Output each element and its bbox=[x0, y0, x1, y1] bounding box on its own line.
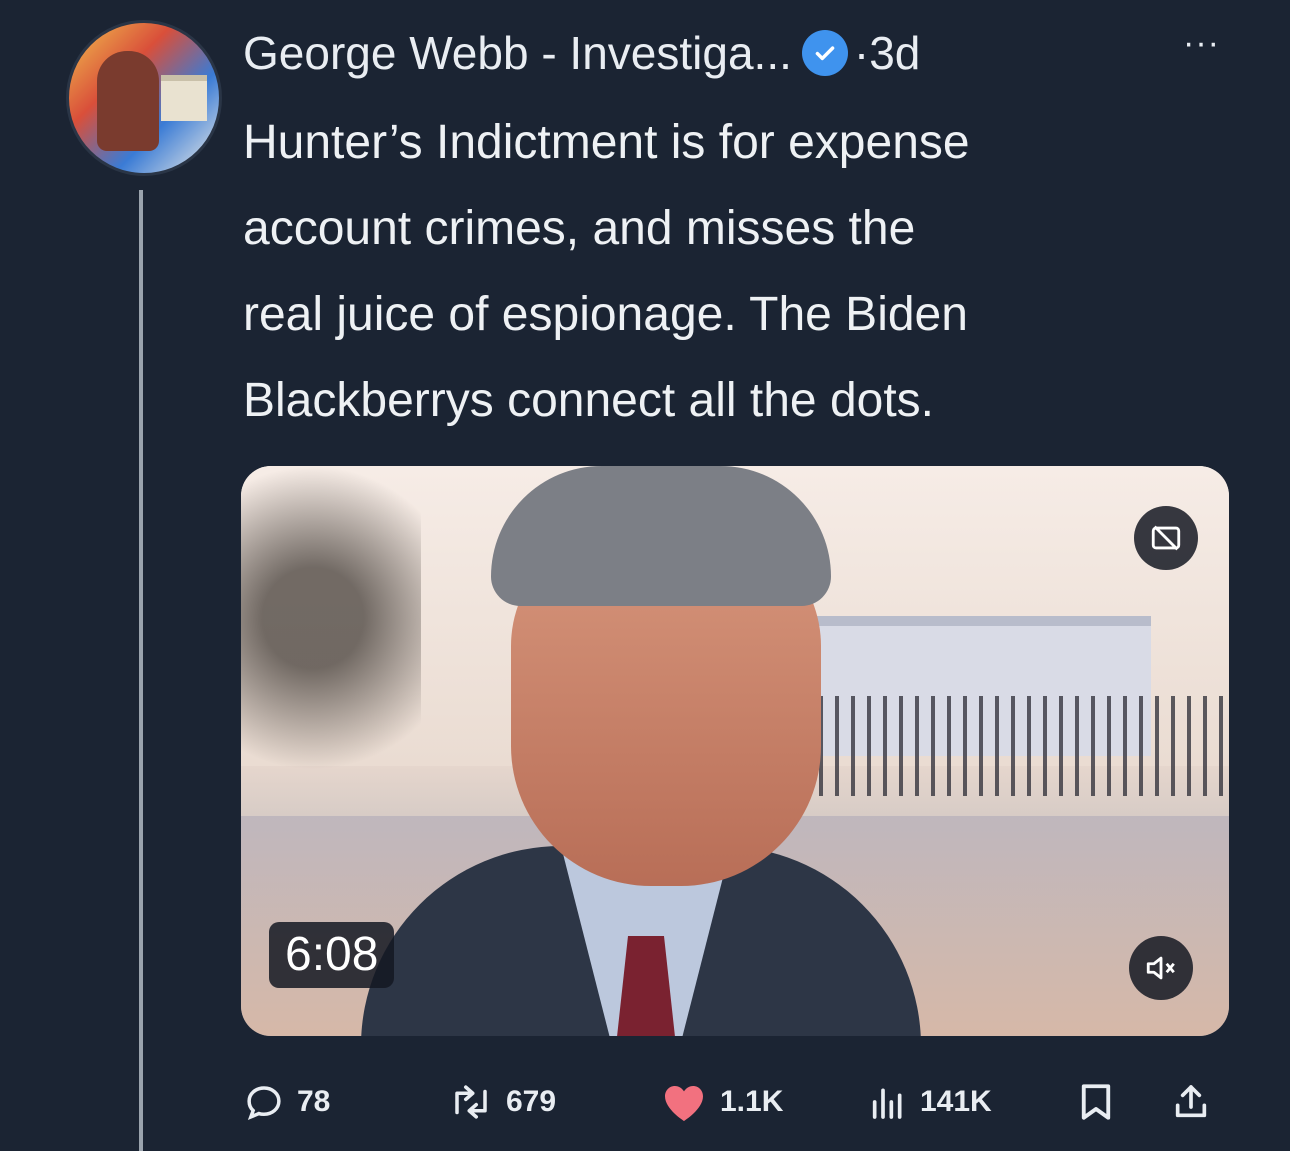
reply-button[interactable]: 78 bbox=[243, 1072, 330, 1132]
retweet-button[interactable]: 679 bbox=[448, 1072, 556, 1132]
mute-button[interactable] bbox=[1129, 936, 1193, 1000]
bookmark-icon bbox=[1081, 1084, 1111, 1120]
tweet-text-line: Blackberrys connect all the dots. bbox=[243, 374, 935, 427]
action-bar: 78 679 1.1K 141K bbox=[243, 1072, 1233, 1132]
tweet-text: Hunter’s Indictment is for expense accou… bbox=[243, 100, 1243, 444]
video-player[interactable]: 6:08 bbox=[241, 466, 1229, 1036]
like-count: 1.1K bbox=[720, 1085, 784, 1118]
avatar-figure bbox=[97, 51, 159, 151]
retweet-count: 679 bbox=[506, 1085, 557, 1118]
tweet-header: George Webb - Investiga... ·3d ··· bbox=[243, 18, 1243, 88]
post-time[interactable]: ·3d bbox=[854, 26, 920, 80]
speaker-muted-icon bbox=[1146, 956, 1175, 980]
more-options-icon[interactable]: ··· bbox=[1183, 24, 1220, 63]
like-button[interactable]: 1.1K bbox=[660, 1072, 783, 1132]
reply-count: 78 bbox=[297, 1085, 331, 1118]
analytics-icon bbox=[872, 1088, 902, 1119]
views-count: 141K bbox=[920, 1085, 992, 1118]
retweet-icon bbox=[455, 1085, 487, 1119]
person-hair bbox=[491, 466, 831, 606]
avatar[interactable] bbox=[66, 20, 222, 176]
tweet-text-line: account crimes, and misses the bbox=[243, 202, 916, 255]
author-name[interactable]: George Webb - Investiga... bbox=[243, 26, 792, 80]
share-icon bbox=[1175, 1085, 1207, 1118]
reply-icon bbox=[247, 1086, 281, 1121]
heart-icon bbox=[665, 1086, 703, 1121]
thread-line bbox=[139, 190, 143, 1151]
avatar-building bbox=[161, 75, 207, 121]
video-duration: 6:08 bbox=[269, 922, 395, 988]
verified-badge-icon bbox=[801, 30, 848, 76]
bookmark-button[interactable] bbox=[1078, 1072, 1114, 1132]
picture-in-picture-button[interactable] bbox=[1134, 506, 1198, 570]
video-person bbox=[361, 466, 921, 1036]
views-button[interactable]: 141K bbox=[868, 1072, 992, 1132]
tweet-text-line: real juice of espionage. The Biden bbox=[243, 288, 968, 341]
tweet-text-line: Hunter’s Indictment is for expense bbox=[243, 116, 970, 169]
picture-in-picture-off-icon bbox=[1151, 525, 1181, 551]
share-button[interactable] bbox=[1171, 1072, 1211, 1132]
